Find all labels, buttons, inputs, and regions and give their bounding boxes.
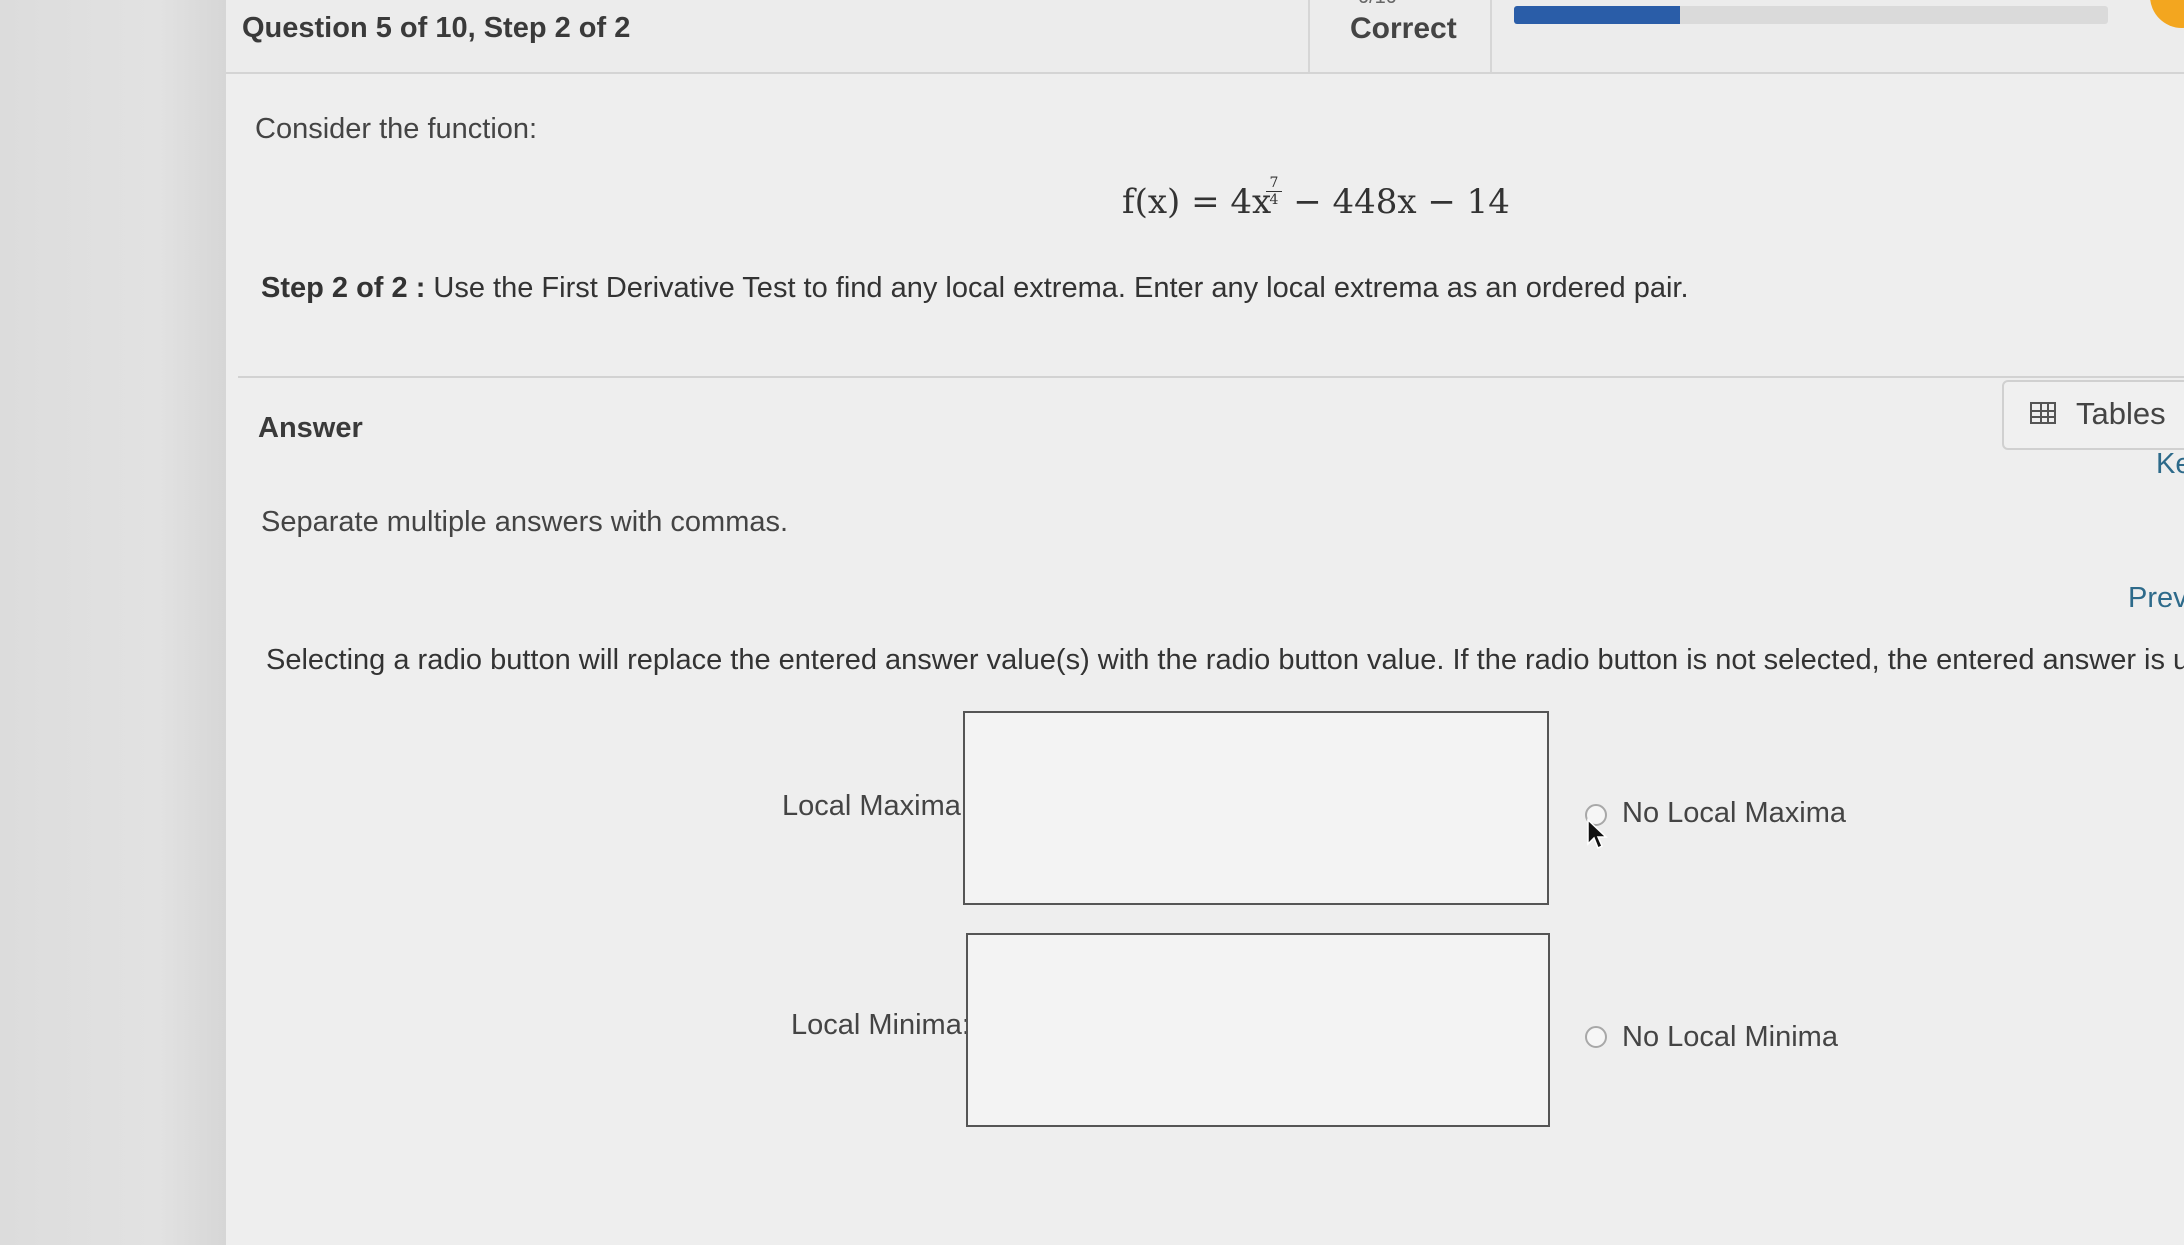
exponent-denominator: 4 [1269, 192, 1279, 208]
local-maxima-input[interactable] [963, 711, 1549, 905]
section-divider [238, 376, 2184, 378]
preview-link[interactable]: Prev [2128, 582, 2184, 615]
tables-label: Tables [2076, 396, 2166, 431]
question-prompt: Consider the function: [255, 113, 538, 145]
function-formula: f(x) = 4x − 448x − 14 7 4 [1122, 176, 1510, 222]
tables-button[interactable]: Tables [2002, 380, 2184, 450]
step-instruction: Step 2 of 2 : Use the First Derivative T… [261, 272, 1689, 305]
answer-heading: Answer [258, 412, 363, 444]
left-gutter [0, 0, 226, 1245]
keypad-link[interactable]: Ke [2156, 448, 2184, 481]
formula-lhs: f(x) = 4x [1122, 182, 1272, 222]
separate-answers-note: Separate multiple answers with commas. [261, 506, 789, 538]
score-text: 0/10 [1358, 0, 1397, 9]
header-divider [1308, 0, 1310, 72]
progress-bar [1514, 6, 2108, 24]
status-label: Correct [1350, 12, 1457, 45]
step-label: Step 2 of 2 : [261, 272, 426, 304]
formula-rhs: − 448x − 14 [1293, 182, 1510, 222]
step-text: Use the First Derivative Test to find an… [433, 272, 1689, 304]
exponent-numerator: 7 [1269, 175, 1279, 191]
local-minima-label: Local Minima: [791, 1009, 970, 1041]
table-icon [2030, 402, 2056, 424]
radio-button-note: Selecting a radio button will replace th… [266, 644, 2184, 676]
no-local-minima-label[interactable]: No Local Minima [1622, 1021, 1838, 1054]
formula-exponent: 7 4 [1266, 176, 1282, 207]
no-local-minima-radio[interactable] [1585, 1026, 1607, 1048]
local-maxima-label: Local Maxima: [782, 790, 969, 822]
question-header: Question 5 of 10, Step 2 of 2 0/10 Corre… [226, 0, 2184, 74]
help-button[interactable] [2150, 0, 2184, 28]
mouse-cursor-icon [1587, 818, 1608, 850]
no-local-maxima-label[interactable]: No Local Maxima [1622, 797, 1846, 830]
header-divider [1490, 0, 1492, 72]
local-minima-input[interactable] [966, 933, 1550, 1127]
progress-fill [1514, 6, 1681, 24]
question-label: Question 5 of 10, Step 2 of 2 [242, 12, 631, 44]
